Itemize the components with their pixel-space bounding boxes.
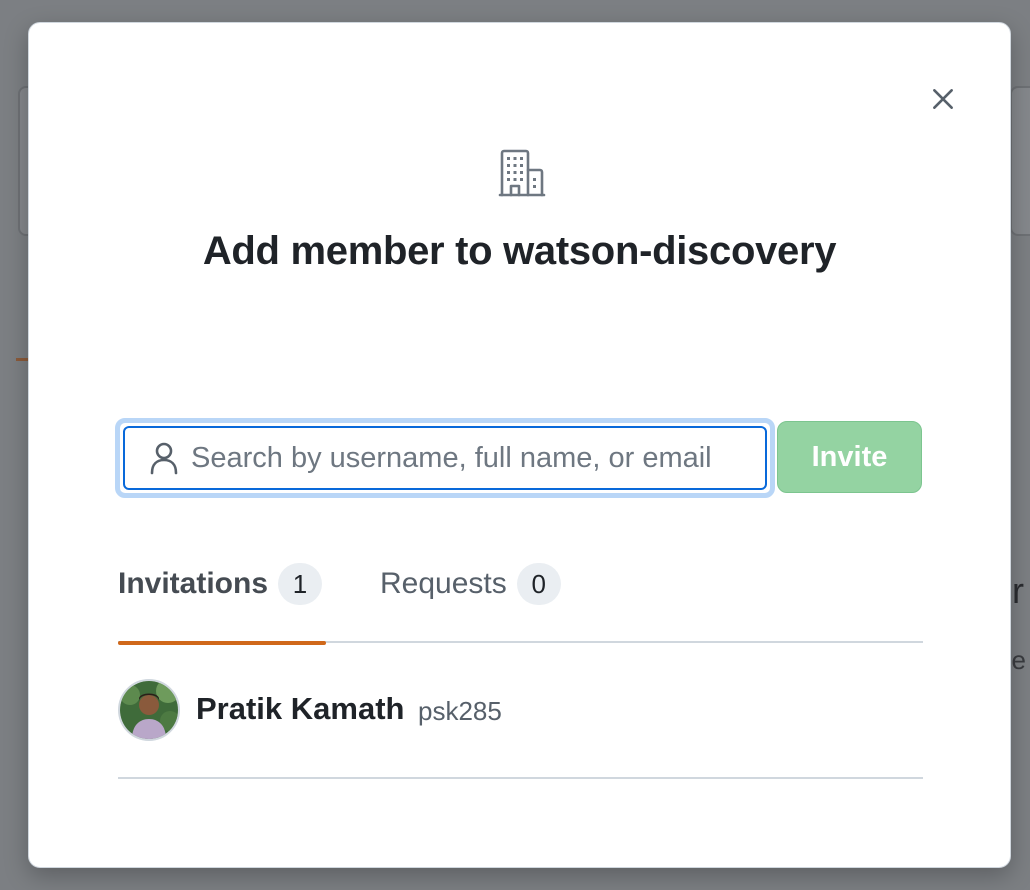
tab-label: Invitations: [118, 567, 269, 600]
avatar[interactable]: [118, 679, 180, 741]
person-icon: [150, 442, 178, 475]
invitations-count-badge: 1: [278, 563, 323, 605]
add-member-dialog: Add member to watson-discovery Invite In…: [28, 22, 1011, 868]
close-icon: [933, 89, 953, 109]
tabs-bar: Invitations 1 Requests 0: [118, 553, 923, 645]
close-button[interactable]: [925, 81, 961, 117]
dialog-title: Add member to watson-discovery: [202, 229, 837, 273]
search-field-focus-ring: [115, 418, 775, 498]
invite-button[interactable]: Invite: [777, 421, 922, 493]
list-item: Pratik Kamath psk285: [118, 663, 923, 779]
organization-icon: [498, 149, 546, 197]
requests-count-badge: 0: [516, 563, 561, 605]
background-text: r: [1012, 570, 1024, 611]
member-login: psk285: [418, 696, 502, 726]
background-card-right: [1010, 86, 1030, 236]
search-field[interactable]: [123, 426, 767, 490]
tab-label: Requests: [380, 567, 507, 600]
member-name[interactable]: Pratik Kamath: [196, 691, 404, 727]
avatar-photo: [120, 681, 178, 739]
tab-requests[interactable]: Requests 0: [380, 563, 561, 643]
tab-invitations[interactable]: Invitations 1: [118, 563, 326, 645]
search-input[interactable]: [191, 428, 765, 488]
